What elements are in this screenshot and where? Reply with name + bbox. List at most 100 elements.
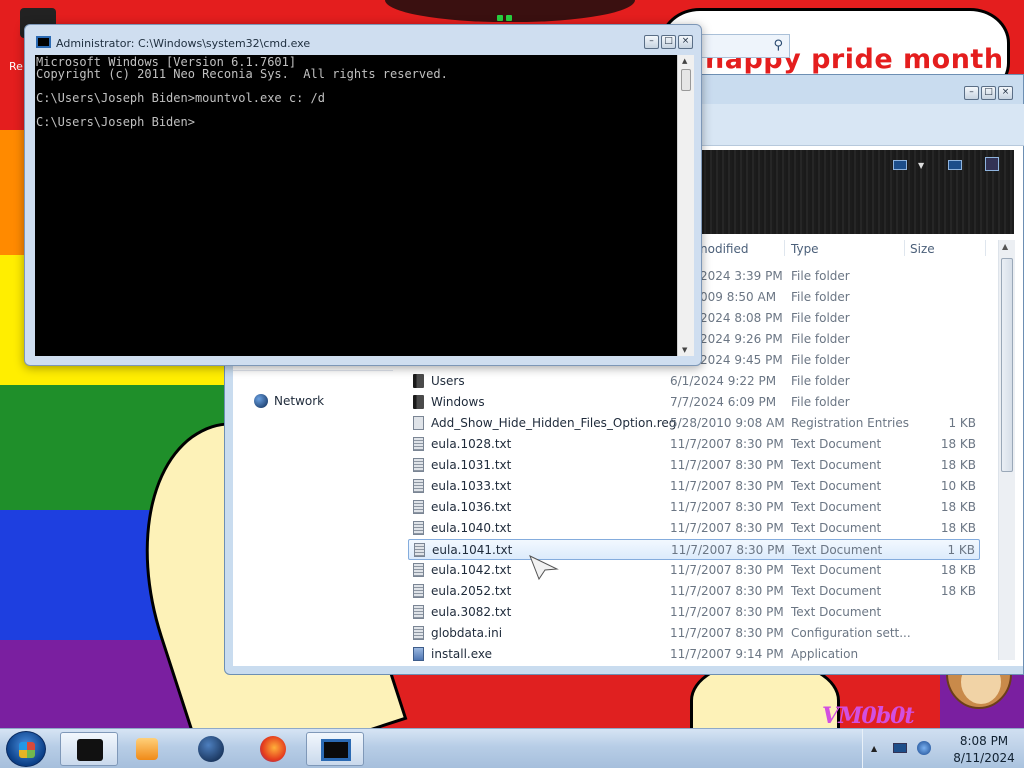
scrollbar-thumb[interactable] (1001, 258, 1013, 472)
file-name: eula.2052.txt (431, 584, 512, 598)
text-file-icon (413, 479, 424, 493)
cmd-scroll-up-icon[interactable]: ▲ (682, 57, 687, 65)
cmd-minimize-button[interactable]: – (644, 35, 659, 49)
column-header-type[interactable]: Type (791, 242, 819, 256)
clock-time[interactable]: 8:08 PM (949, 734, 1019, 748)
registry-file-icon (413, 416, 424, 430)
partial-file-row[interactable]: 2024 3:39 PM File folder (700, 269, 850, 283)
explorer-vertical-scrollbar[interactable]: ▲ (998, 240, 1015, 660)
system-tray: ▲ 8:08 PM 8/11/2024 (862, 729, 1024, 768)
cmd-scroll-down-icon[interactable]: ▼ (682, 346, 687, 354)
file-name: eula.1033.txt (431, 479, 512, 493)
desktop-icon-label[interactable]: Re (9, 60, 23, 73)
globe-icon (198, 736, 224, 762)
text-file-icon (413, 500, 424, 514)
column-divider[interactable] (784, 240, 785, 256)
taskbar-item-globe[interactable] (182, 732, 240, 766)
folder-icon (413, 395, 424, 409)
nav-item-network[interactable]: Network (254, 394, 324, 408)
taskbar-item-firefox[interactable] (244, 732, 302, 766)
file-name: eula.1028.txt (431, 437, 512, 451)
explorer-close-button[interactable]: × (998, 86, 1013, 100)
file-type: File folder (791, 374, 850, 388)
folder-icon (413, 374, 424, 388)
file-type: File folder (791, 269, 850, 283)
file-row-selected[interactable]: eula.1041.txt 11/7/2007 8:30 PM Text Docum… (408, 539, 980, 560)
explorer-minimize-button[interactable]: – (964, 86, 979, 100)
file-row[interactable]: eula.1031.txt 11/7/2007 8:30 PM Text Docum… (408, 455, 980, 476)
network-icon (254, 394, 268, 408)
preview-pane-icon[interactable] (948, 160, 962, 170)
partial-file-row[interactable]: 2024 9:26 PM File folder (700, 332, 850, 346)
file-date: 11/7/2007 8:30 PM (670, 458, 784, 472)
vm-watermark: VM0b0t (822, 703, 915, 729)
taskbar-item-cmd[interactable] (306, 732, 364, 766)
file-row[interactable]: eula.1033.txt 11/7/2007 8:30 PM Text Docum… (408, 476, 980, 497)
file-date: 11/7/2007 8:30 PM (670, 521, 784, 535)
file-date: 5/28/2010 9:08 AM (670, 416, 785, 430)
file-size: 1 KB (948, 416, 976, 430)
file-type: File folder (791, 395, 850, 409)
change-view-icon[interactable] (893, 160, 907, 170)
file-type: Text Document (791, 521, 882, 535)
windows-logo-icon (19, 742, 35, 758)
volume-tray-icon[interactable] (917, 741, 931, 755)
column-header-size[interactable]: Size (910, 242, 935, 256)
file-date: 009 8:50 AM (700, 290, 777, 304)
file-type: Text Document (791, 563, 882, 577)
file-row[interactable]: Users 6/1/2024 9:22 PM File folder (408, 371, 980, 392)
cmd-close-button[interactable]: × (678, 35, 693, 49)
file-date: 11/7/2007 8:30 PM (670, 500, 784, 514)
application-icon (413, 647, 424, 661)
cmd-console-text: Microsoft Windows [Version 6.1.7601] Copy… (36, 56, 448, 128)
file-type: File folder (791, 332, 850, 346)
cmd-scrollbar-thumb[interactable] (681, 69, 691, 91)
file-row[interactable]: eula.1040.txt 11/7/2007 8:30 PM Text Docum… (408, 518, 980, 539)
clock-date[interactable]: 8/11/2024 (949, 751, 1019, 765)
help-icon[interactable] (985, 157, 999, 171)
file-row[interactable]: eula.1036.txt 11/7/2007 8:30 PM Text Docum… (408, 497, 980, 518)
column-header-date-modified[interactable]: nodified (700, 242, 748, 256)
scroll-up-icon[interactable]: ▲ (1002, 242, 1008, 251)
network-tray-icon[interactable] (893, 743, 907, 753)
file-row[interactable]: Windows 7/7/2024 6:09 PM File folder (408, 392, 980, 413)
file-row[interactable]: eula.2052.txt 11/7/2007 8:30 PM Text Docum… (408, 581, 980, 602)
file-row[interactable]: install.exe 11/7/2007 9:14 PM Application (408, 644, 980, 665)
text-file-icon (413, 458, 424, 472)
cmd-vertical-scrollbar[interactable]: ▲ ▼ (677, 55, 694, 356)
taskbar: ▲ 8:08 PM 8/11/2024 (0, 728, 1024, 768)
file-row[interactable]: eula.3082.txt 11/7/2007 8:30 PM Text Docum… (408, 602, 980, 623)
taskbar-item-media-player[interactable] (120, 732, 178, 766)
file-row[interactable]: globdata.ini 11/7/2007 8:30 PM Configurati… (408, 623, 980, 644)
file-row[interactable]: eula.1042.txt 11/7/2007 8:30 PM Text Docum… (408, 560, 980, 581)
search-icon[interactable]: ⚲ (773, 38, 783, 53)
file-name: eula.1040.txt (431, 521, 512, 535)
show-hidden-icons-chevron-icon[interactable]: ▲ (871, 744, 877, 753)
column-divider[interactable] (985, 240, 986, 256)
cmd-window[interactable]: Administrator: C:\Windows\system32\cmd.e… (24, 24, 702, 366)
cmd-maximize-button[interactable]: □ (661, 35, 676, 49)
cmd-console-line: C:\Users\Joseph Biden> (36, 115, 195, 129)
cmd-icon (321, 739, 351, 761)
file-type: Text Document (791, 479, 882, 493)
column-divider[interactable] (904, 240, 905, 256)
explorer-maximize-button[interactable]: □ (981, 86, 996, 100)
file-size: 18 KB (940, 563, 976, 577)
explorer-window-controls: – □ × (964, 86, 1013, 100)
text-file-icon (413, 521, 424, 535)
taskbar-item-explorer-folder[interactable] (60, 732, 118, 766)
file-row[interactable]: eula.1028.txt 11/7/2007 8:30 PM Text Docum… (408, 434, 980, 455)
nav-pane-separator (233, 370, 393, 371)
partial-file-row[interactable]: 009 8:50 AM File folder (700, 290, 850, 304)
file-type: Text Document (792, 543, 883, 557)
partial-file-row[interactable]: 2024 8:08 PM File folder (700, 311, 850, 325)
partial-file-row[interactable]: 2024 9:45 PM File folder (700, 353, 850, 367)
views-chevron-icon[interactable]: ▼ (918, 161, 924, 170)
file-date: 7/7/2024 6:09 PM (670, 395, 777, 409)
cmd-title-bar[interactable]: Administrator: C:\Windows\system32\cmd.e… (25, 25, 701, 55)
start-button[interactable] (6, 731, 46, 767)
file-row[interactable]: Add_Show_Hide_Hidden_Files_Option.reg 5/2… (408, 413, 980, 434)
file-name: eula.3082.txt (431, 605, 512, 619)
cmd-console-area[interactable]: Microsoft Windows [Version 6.1.7601] Copy… (35, 55, 677, 356)
file-size: 1 KB (947, 543, 975, 557)
